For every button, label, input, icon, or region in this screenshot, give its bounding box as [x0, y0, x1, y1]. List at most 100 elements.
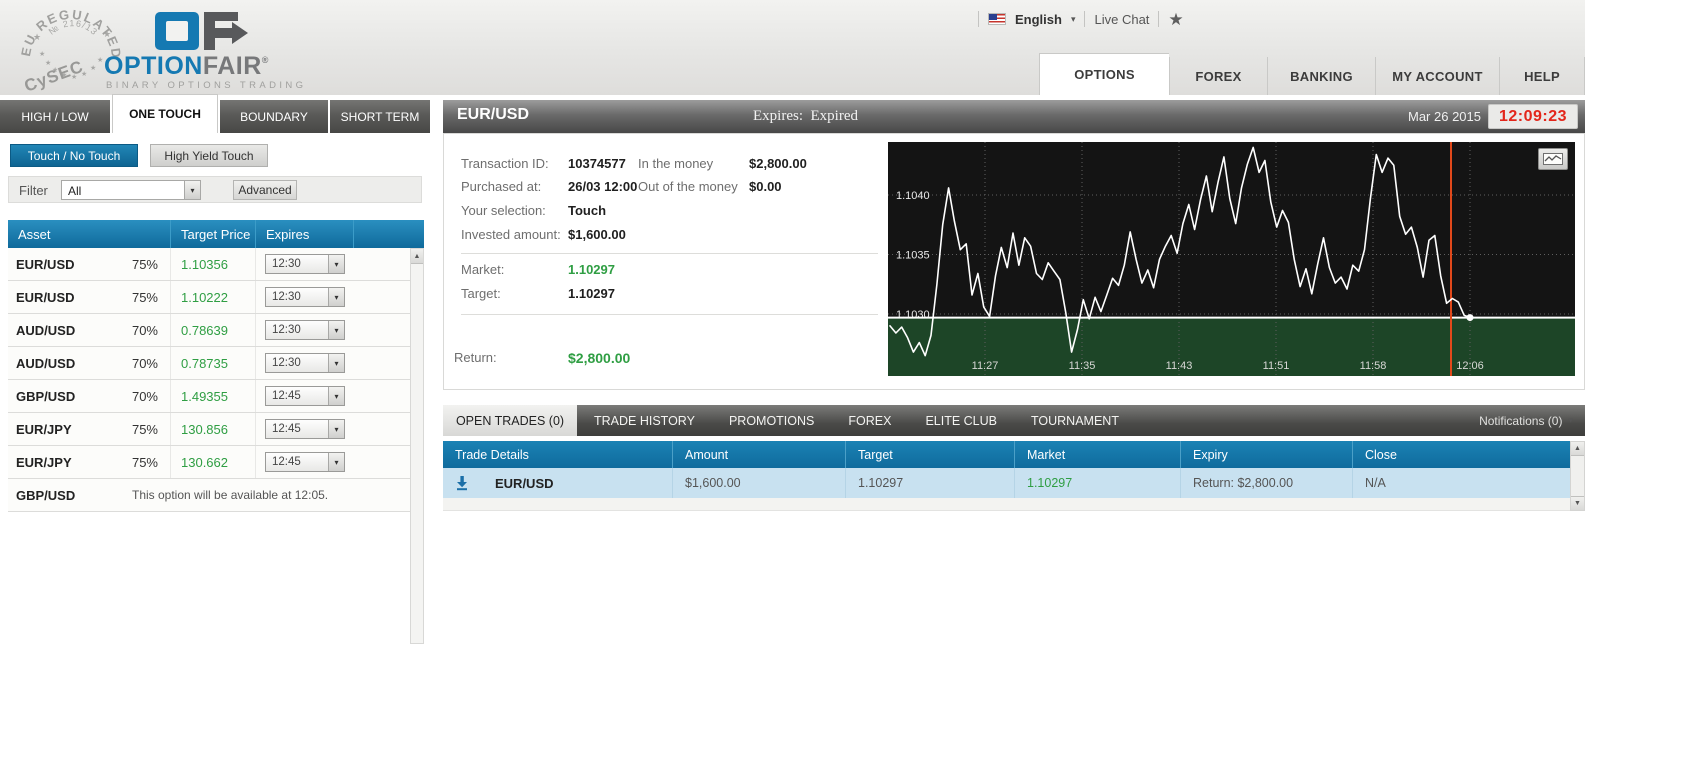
- expiry-select[interactable]: 12:30 ▾: [265, 320, 345, 340]
- asset-name: AUD/USD: [16, 355, 76, 371]
- payout-percent: 70%: [131, 388, 158, 404]
- tab-short-term[interactable]: SHORT TERM: [330, 100, 430, 133]
- tab-one-touch[interactable]: ONE TOUCH: [112, 94, 218, 133]
- asset-row[interactable]: EUR/JPY 75% 130.856 12:45 ▾: [8, 413, 410, 446]
- dropdown-arrow-icon[interactable]: ▾: [184, 181, 200, 199]
- asset-row[interactable]: EUR/JPY 75% 130.662 12:45 ▾: [8, 446, 410, 479]
- trade-market: 1.10297: [1014, 468, 1180, 498]
- scroll-up-icon[interactable]: ▲: [1571, 442, 1584, 456]
- col-target: Target: [845, 441, 1014, 468]
- asset-table-scrollbar[interactable]: ▲: [410, 248, 424, 644]
- filter-bar: Filter All ▾ Advanced: [8, 176, 422, 203]
- bottom-tab-bar: OPEN TRADES (0) TRADE HISTORY PROMOTIONS…: [443, 405, 1585, 436]
- asset-row[interactable]: EUR/USD 75% 1.10222 12:30 ▾: [8, 281, 410, 314]
- col-asset: Asset: [18, 226, 51, 242]
- tab-trade-history[interactable]: TRADE HISTORY: [577, 405, 712, 436]
- tab-high-low[interactable]: HIGH / LOW: [0, 100, 110, 133]
- expiry-select[interactable]: 12:45 ▾: [265, 419, 345, 439]
- instrument-bar: EUR/USD Expires: Expired Mar 26 2015 12:…: [443, 100, 1585, 133]
- payout-percent: 75%: [131, 421, 158, 437]
- trade-result-panel: Transaction ID: 10374577 In the money $2…: [443, 133, 1585, 390]
- transaction-id-value: 10374577: [568, 156, 626, 171]
- download-trade-icon[interactable]: [449, 475, 475, 491]
- high-yield-touch-button[interactable]: High Yield Touch: [150, 144, 268, 167]
- tab-elite-club[interactable]: ELITE CLUB: [908, 405, 1014, 436]
- expiry-select[interactable]: 12:30 ▾: [265, 287, 345, 307]
- out-of-money-value: $0.00: [749, 179, 782, 194]
- tab-forex[interactable]: FOREX: [831, 405, 908, 436]
- tab-open-trades[interactable]: OPEN TRADES (0): [443, 405, 577, 436]
- svg-text:★: ★: [45, 59, 51, 67]
- col-target-price: Target Price: [170, 220, 255, 248]
- purchased-at-label: Purchased at:: [461, 179, 542, 194]
- nav-tab-help[interactable]: HELP: [1499, 57, 1585, 95]
- advanced-button[interactable]: Advanced: [233, 180, 297, 200]
- scroll-up-icon[interactable]: ▲: [411, 249, 423, 264]
- language-selector[interactable]: English: [1015, 12, 1062, 27]
- favorite-star-icon[interactable]: ★: [1168, 11, 1183, 28]
- tab-promotions[interactable]: PROMOTIONS: [712, 405, 831, 436]
- return-value: $2,800.00: [568, 350, 631, 366]
- payout-percent: 75%: [131, 256, 158, 272]
- target-price: 0.78735: [170, 347, 255, 379]
- divider: [1158, 11, 1160, 27]
- optionfair-logo: EU REGULATED № 216/13 ★ ★ ★ ★ ★ ★ ★ ★ ★ …: [18, 7, 303, 94]
- trades-scrollbar[interactable]: ▲ ▼: [1570, 441, 1585, 511]
- asset-row[interactable]: EUR/USD 75% 1.10356 12:30 ▾: [8, 248, 410, 281]
- price-chart: 1.1040 1.1035 1.1030 11:27 11:35 11:43 11:51 11…: [888, 142, 1575, 376]
- dropdown-arrow-icon: ▾: [328, 288, 344, 306]
- asset-table-header: Asset Target Price Expires: [8, 220, 424, 248]
- expiry-select[interactable]: 12:45 ▾: [265, 452, 345, 472]
- trade-asset: EUR/USD: [495, 475, 554, 491]
- target-price: 0.78639: [170, 314, 255, 346]
- dropdown-arrow-icon: ▾: [328, 387, 344, 405]
- live-chat-link[interactable]: Live Chat: [1094, 12, 1149, 27]
- nav-tab-my-account[interactable]: MY ACCOUNT: [1375, 57, 1499, 95]
- asset-name: EUR/JPY: [16, 421, 72, 437]
- line-chart-icon: [1543, 153, 1563, 165]
- expiry-select[interactable]: 12:45 ▾: [265, 386, 345, 406]
- touch-no-touch-button[interactable]: Touch / No Touch: [10, 144, 138, 167]
- svg-text:11:27: 11:27: [972, 360, 999, 372]
- return-label: Return:: [454, 350, 497, 365]
- notifications-toggle[interactable]: Notifications (0) ▾: [1479, 405, 1573, 436]
- target-price: 130.662: [170, 446, 255, 478]
- svg-text:11:43: 11:43: [1166, 360, 1193, 372]
- trade-expiry: Return: $2,800.00: [1180, 468, 1352, 498]
- chevron-down-icon[interactable]: ▾: [1071, 14, 1076, 25]
- us-flag-icon: [988, 13, 1006, 25]
- asset-row[interactable]: AUD/USD 70% 0.78735 12:30 ▾: [8, 347, 410, 380]
- filter-label: Filter: [19, 183, 48, 198]
- nav-tab-banking[interactable]: BANKING: [1267, 57, 1375, 95]
- divider: [978, 11, 979, 27]
- scroll-down-icon[interactable]: ▼: [1571, 496, 1584, 510]
- expiry-select[interactable]: 12:30 ▾: [265, 353, 345, 373]
- tab-tournament[interactable]: TOURNAMENT: [1014, 405, 1136, 436]
- svg-text:★: ★: [90, 64, 96, 72]
- svg-text:12:06: 12:06: [1456, 360, 1484, 372]
- target-price: 130.856: [170, 413, 255, 445]
- transaction-id-label: Transaction ID:: [461, 156, 549, 171]
- tab-boundary[interactable]: BOUNDARY: [220, 100, 328, 133]
- asset-row[interactable]: AUD/USD 70% 0.78639 12:30 ▾: [8, 314, 410, 347]
- svg-text:CySEC: CySEC: [22, 57, 86, 94]
- nav-tab-options[interactable]: OPTIONS: [1039, 53, 1169, 95]
- asset-row[interactable]: GBP/USD 70% 1.49355 12:45 ▾: [8, 380, 410, 413]
- expiry-select[interactable]: 12:30 ▾: [265, 254, 345, 274]
- filter-select[interactable]: All ▾: [61, 180, 201, 200]
- svg-text:1.1035: 1.1035: [896, 250, 930, 262]
- target-price: 1.10356: [170, 248, 255, 280]
- main-nav: OPTIONS FOREX BANKING MY ACCOUNT HELP: [1039, 53, 1585, 95]
- market-label: Market:: [461, 262, 505, 277]
- trade-row[interactable]: EUR/USD $1,600.00 1.10297 1.10297 Return…: [443, 468, 1570, 498]
- availability-note: This option will be available at 12:05.: [132, 488, 329, 502]
- trades-table-header: Trade Details Amount Target Market Expir…: [443, 441, 1570, 468]
- asset-row-unavailable: GBP/USD This option will be available at…: [8, 479, 410, 512]
- nav-tab-forex[interactable]: FOREX: [1169, 57, 1267, 95]
- dropdown-arrow-icon: ▾: [328, 453, 344, 471]
- chart-type-button[interactable]: [1538, 148, 1568, 170]
- trade-amount: $1,600.00: [672, 468, 845, 498]
- col-expires: Expires: [255, 220, 353, 248]
- chevron-down-icon: ▾: [1568, 415, 1573, 425]
- divider: [1084, 11, 1086, 27]
